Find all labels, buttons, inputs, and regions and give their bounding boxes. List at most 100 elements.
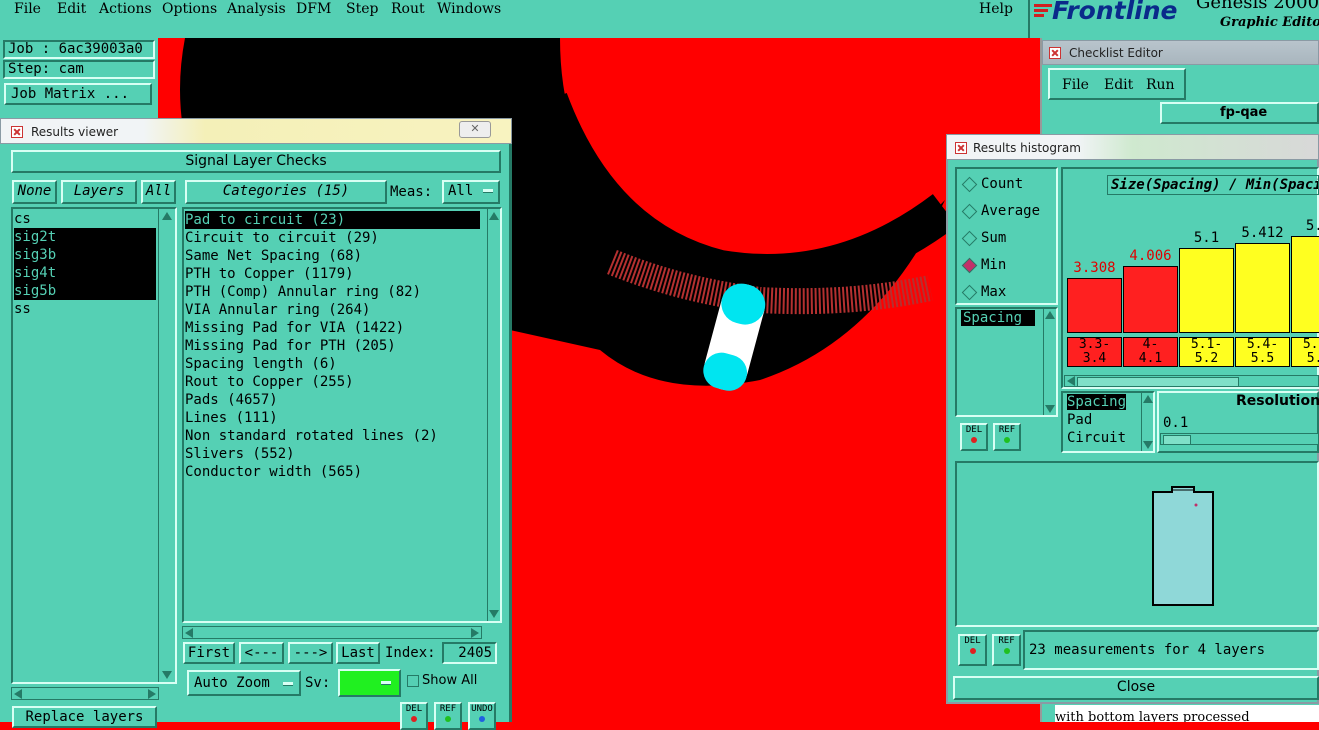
scroll-left-icon[interactable] bbox=[14, 689, 22, 699]
scroll-up-icon[interactable] bbox=[489, 212, 499, 220]
category-list-item[interactable]: Missing Pad for VIA (1422) bbox=[185, 319, 480, 337]
category-list-item[interactable]: Spacing length (6) bbox=[185, 355, 480, 373]
menu-rout[interactable]: Rout bbox=[391, 0, 425, 18]
show-all-checkbox[interactable] bbox=[407, 675, 419, 687]
mode-option-min[interactable]: Min bbox=[981, 257, 1006, 273]
results-viewer-titlebar[interactable]: Results viewer ✕ bbox=[0, 118, 512, 144]
layers-scrollbar[interactable] bbox=[158, 209, 175, 682]
undo-button[interactable]: UNDO bbox=[468, 702, 496, 730]
del-button[interactable]: DEL bbox=[400, 702, 428, 730]
category-list-item[interactable]: Conductor width (565) bbox=[185, 463, 480, 481]
scroll-right-icon[interactable] bbox=[471, 628, 479, 638]
category-list-item[interactable]: Lines (111) bbox=[185, 409, 480, 427]
last-button[interactable]: Last bbox=[336, 642, 380, 664]
next-button[interactable]: ---> bbox=[288, 642, 333, 664]
none-button[interactable]: None bbox=[12, 180, 57, 204]
sv-color-dropdown[interactable] bbox=[338, 669, 401, 697]
menu-file[interactable]: File bbox=[14, 0, 41, 18]
scroll-down-icon[interactable] bbox=[1045, 405, 1055, 413]
checklist-editor-titlebar[interactable]: Checklist Editor bbox=[1042, 40, 1319, 65]
checklist-menu-edit[interactable]: Edit bbox=[1104, 76, 1133, 94]
attribute-list-item[interactable]: Circuit bbox=[1067, 430, 1126, 446]
first-button[interactable]: First bbox=[183, 642, 235, 664]
menu-options[interactable]: Options bbox=[162, 0, 217, 18]
measure-scrollbar[interactable] bbox=[1043, 309, 1056, 415]
measure-list-item[interactable]: Spacing bbox=[961, 310, 1035, 326]
categories-hscrollbar[interactable] bbox=[182, 626, 482, 639]
category-list-item[interactable]: Slivers (552) bbox=[185, 445, 480, 463]
index-field[interactable]: 2405 bbox=[442, 642, 497, 664]
job-label: Job : 6ac39003a0 bbox=[3, 40, 155, 59]
replace-layers-button[interactable]: Replace layers bbox=[12, 706, 157, 728]
layers-button[interactable]: Layers bbox=[61, 180, 137, 204]
results-histogram-titlebar[interactable]: Results histogram bbox=[946, 134, 1319, 160]
resolution-slider[interactable] bbox=[1160, 433, 1319, 445]
prev-button[interactable]: <--- bbox=[239, 642, 284, 664]
scroll-up-icon[interactable] bbox=[1143, 395, 1153, 403]
slider-thumb[interactable] bbox=[1163, 435, 1191, 445]
histogram-bar[interactable] bbox=[1123, 266, 1178, 333]
mode-option-average[interactable]: Average bbox=[981, 203, 1040, 219]
ref-button[interactable]: REF bbox=[434, 702, 462, 730]
close-icon[interactable]: ✕ bbox=[459, 121, 491, 138]
category-list-item[interactable]: PTH to Copper (1179) bbox=[185, 265, 480, 283]
layer-list-item[interactable]: sig5b bbox=[14, 282, 156, 300]
attribute-list-item[interactable]: Pad bbox=[1067, 412, 1092, 428]
job-matrix-button[interactable]: Job Matrix ... bbox=[4, 83, 152, 105]
checklist-menu-file[interactable]: File bbox=[1062, 76, 1089, 94]
category-list-item[interactable]: Non standard rotated lines (2) bbox=[185, 427, 480, 445]
mode-option-max[interactable]: Max bbox=[981, 284, 1006, 300]
scroll-left-icon[interactable] bbox=[185, 628, 193, 638]
attributes-scrollbar[interactable] bbox=[1141, 393, 1153, 451]
scroll-right-icon[interactable] bbox=[148, 689, 156, 699]
layer-list-item[interactable]: sig4t bbox=[14, 264, 156, 282]
layer-list-item[interactable]: cs bbox=[14, 210, 156, 228]
checklist-menu-run[interactable]: Run bbox=[1146, 76, 1175, 94]
attribute-list-item[interactable]: Spacing bbox=[1067, 394, 1127, 410]
preview-del-button[interactable]: DEL bbox=[958, 634, 987, 666]
menu-step[interactable]: Step bbox=[346, 0, 378, 18]
category-list-item[interactable]: Rout to Copper (255) bbox=[185, 373, 480, 391]
mode-option-count[interactable]: Count bbox=[981, 176, 1023, 192]
scroll-down-icon[interactable] bbox=[1143, 441, 1153, 449]
scroll-up-icon[interactable] bbox=[162, 212, 172, 220]
category-list-item[interactable]: Missing Pad for PTH (205) bbox=[185, 337, 480, 355]
menu-help[interactable]: Help bbox=[979, 0, 1013, 18]
mode-option-sum[interactable]: Sum bbox=[981, 230, 1006, 246]
preview-ref-button[interactable]: REF bbox=[992, 634, 1021, 666]
category-list-item[interactable]: Pad to circuit (23) bbox=[185, 211, 480, 229]
category-list-item[interactable]: Same Net Spacing (68) bbox=[185, 247, 480, 265]
histogram-ref-button[interactable]: REF bbox=[993, 423, 1021, 451]
signal-layer-checks-header: Signal Layer Checks bbox=[11, 150, 501, 173]
scroll-down-icon[interactable] bbox=[489, 610, 499, 618]
categories-scrollbar[interactable] bbox=[487, 209, 500, 621]
auto-zoom-dropdown[interactable]: Auto Zoom bbox=[187, 670, 301, 696]
histogram-close-button[interactable]: Close bbox=[953, 676, 1319, 700]
menu-edit[interactable]: Edit bbox=[57, 0, 86, 18]
scroll-down-icon[interactable] bbox=[162, 671, 172, 679]
menu-analysis[interactable]: Analysis bbox=[227, 0, 286, 18]
category-list-item[interactable]: VIA Annular ring (264) bbox=[185, 301, 480, 319]
histogram-bar[interactable] bbox=[1179, 248, 1234, 333]
histogram-bar[interactable] bbox=[1235, 242, 1290, 333]
chart-hscrollbar[interactable] bbox=[1064, 375, 1319, 387]
scroll-thumb[interactable] bbox=[1077, 377, 1239, 387]
menu-dfm[interactable]: DFM bbox=[296, 0, 331, 18]
scroll-up-icon[interactable] bbox=[1045, 311, 1055, 319]
scroll-left-icon[interactable] bbox=[1067, 376, 1075, 386]
layers-hscrollbar[interactable] bbox=[11, 687, 159, 700]
category-list-item[interactable]: PTH (Comp) Annular ring (82) bbox=[185, 283, 480, 301]
meas-dropdown[interactable]: All bbox=[442, 180, 500, 204]
layer-list-item[interactable]: ss bbox=[14, 300, 156, 318]
layer-list-item[interactable]: sig3b bbox=[14, 246, 156, 264]
histogram-bar[interactable] bbox=[1291, 236, 1319, 333]
category-list-item[interactable]: Pads (4657) bbox=[185, 391, 480, 409]
menu-windows[interactable]: Windows bbox=[437, 0, 501, 18]
categories-button[interactable]: Categories (15) bbox=[185, 180, 387, 204]
menu-actions[interactable]: Actions bbox=[99, 0, 152, 18]
histogram-del-button[interactable]: DEL bbox=[960, 423, 988, 451]
layer-list-item[interactable]: sig2t bbox=[14, 228, 156, 246]
histogram-bar[interactable] bbox=[1067, 277, 1122, 333]
all-button[interactable]: All bbox=[141, 180, 176, 204]
category-list-item[interactable]: Circuit to circuit (29) bbox=[185, 229, 480, 247]
